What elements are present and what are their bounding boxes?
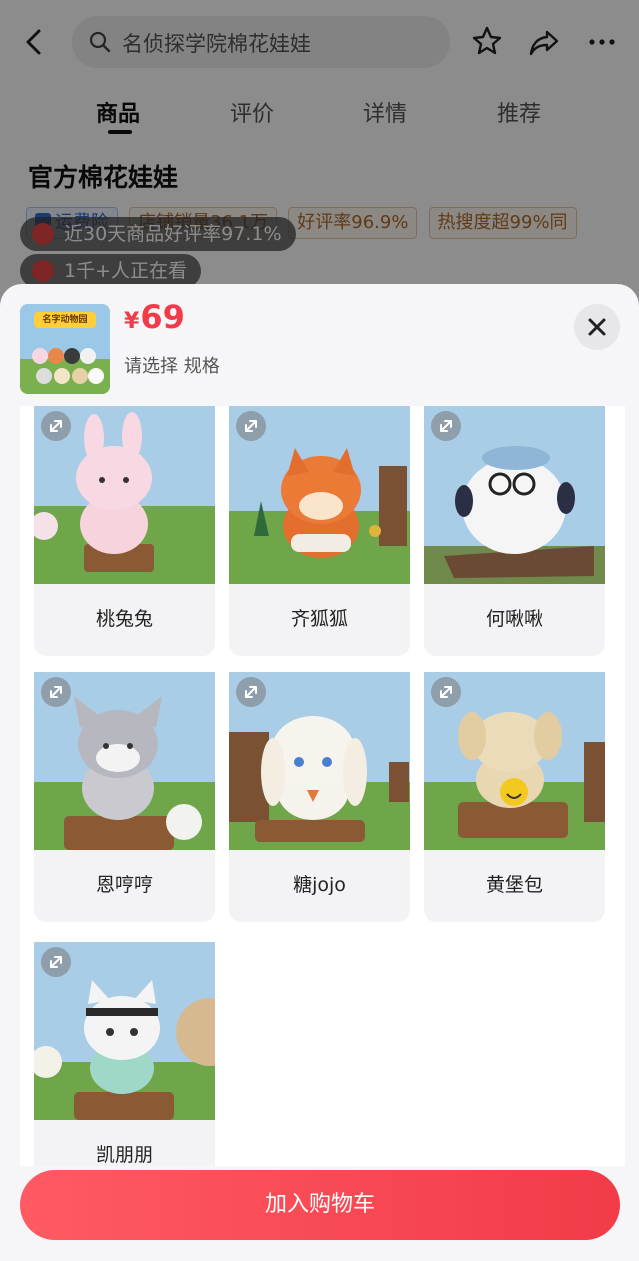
- expand-icon[interactable]: [235, 410, 267, 442]
- thumbnail-banner: 名字动物园: [34, 312, 96, 328]
- option-card[interactable]: 恩哼哼: [34, 672, 215, 922]
- price: ¥69: [124, 298, 185, 336]
- product-page: 名侦探学院棉花娃娃 商品 评价 详情 推荐 官方棉花娃娃 运费险 店铺销量36.…: [0, 0, 639, 1261]
- product-thumbnail[interactable]: 名字动物园: [20, 304, 110, 394]
- expand-icon[interactable]: [40, 946, 72, 978]
- add-to-cart-button[interactable]: 加入购物车: [20, 1170, 620, 1240]
- expand-icon[interactable]: [430, 410, 462, 442]
- option-label: 糖jojo: [293, 874, 346, 896]
- option-label: 凯朋朋: [95, 1144, 153, 1166]
- expand-icon[interactable]: [430, 676, 462, 708]
- option-card[interactable]: 桃兔兔: [34, 406, 215, 656]
- expand-icon[interactable]: [235, 676, 267, 708]
- price-value: 69: [140, 298, 185, 336]
- option-grid: 桃兔兔 齐狐狐 何啾啾 恩哼哼 糖jojo 黄堡包 凯朋朋: [20, 406, 625, 1166]
- close-button[interactable]: [574, 304, 620, 350]
- spec-hint: 请选择 规格: [124, 356, 220, 377]
- option-card[interactable]: 凯朋朋: [34, 942, 215, 1166]
- option-card[interactable]: 齐狐狐: [229, 406, 410, 656]
- option-label: 桃兔兔: [95, 608, 153, 630]
- option-label: 黄堡包: [485, 874, 543, 896]
- option-label: 齐狐狐: [290, 608, 348, 630]
- option-card[interactable]: 糖jojo: [229, 672, 410, 922]
- option-card[interactable]: 何啾啾: [424, 406, 605, 656]
- close-icon: [588, 318, 606, 336]
- spec-sheet: 名字动物园 ¥69 请选择 规格 桃兔兔 齐狐狐 何啾啾 恩哼哼 糖jojo 黄…: [0, 284, 639, 1261]
- expand-icon[interactable]: [40, 676, 72, 708]
- option-label: 何啾啾: [485, 608, 543, 630]
- option-card[interactable]: 黄堡包: [424, 672, 605, 922]
- price-symbol: ¥: [124, 309, 140, 334]
- expand-icon[interactable]: [40, 410, 72, 442]
- option-label: 恩哼哼: [95, 874, 153, 896]
